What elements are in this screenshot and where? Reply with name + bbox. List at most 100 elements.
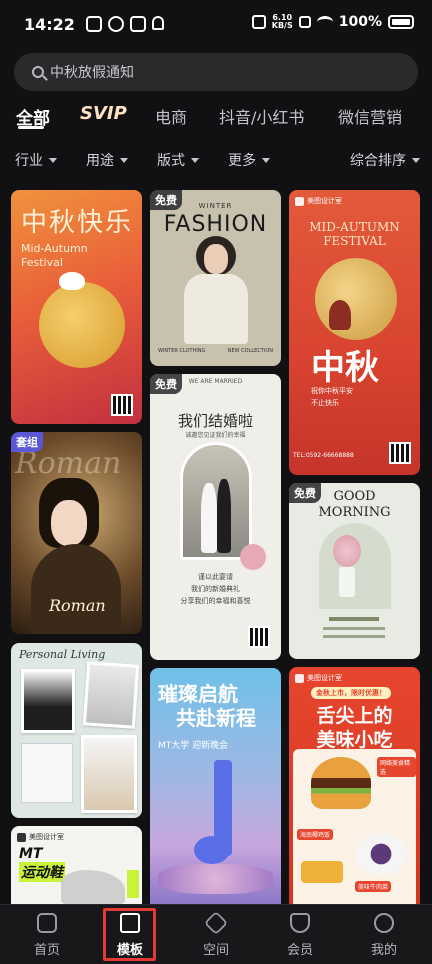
card-foot-left: WINTER CLOTHING (158, 348, 206, 354)
template-card-mid-autumn[interactable]: 中秋快乐 Mid-Autumn Festival (11, 190, 142, 424)
app-notification-icon (86, 16, 102, 32)
portrait-face (51, 500, 87, 546)
bride-figure (201, 483, 217, 553)
lime-label (127, 870, 139, 898)
photo-arch (180, 442, 252, 560)
note-card (21, 743, 73, 803)
status-right: 6.10 KB/S 100% (251, 14, 414, 30)
brand-logo-icon (295, 673, 304, 683)
script-word: Roman (49, 596, 106, 615)
template-card-snack[interactable]: 美图设计室 金秋上市，限时优惠！ 舌尖上的 美味小吃 网络美食精选 海南椰鸡饭 … (289, 667, 420, 904)
wifi-icon (316, 16, 333, 28)
caret-down-icon (49, 157, 57, 163)
nav-membership[interactable]: 会员 (265, 905, 335, 964)
qr-code (389, 442, 411, 464)
nav-profile[interactable]: 我的 (349, 905, 419, 964)
flower-illustration (333, 535, 361, 567)
cube-icon (203, 910, 229, 936)
search-input[interactable]: 中秋放假通知 (50, 62, 134, 82)
brand-label: 美图设计室 (295, 196, 342, 206)
flowers-illustration (158, 864, 273, 894)
photo-frame (81, 735, 137, 813)
search-bar[interactable]: 中秋放假通知 (14, 53, 418, 91)
card-title: 美味小吃 (316, 729, 393, 751)
bottom-navigation: 首页 模板 空间 会员 我的 (0, 904, 432, 964)
card-phone: TEL:0592-66668888 (293, 452, 354, 459)
vibrate-icon (251, 15, 266, 29)
card-title: 中秋快乐 (21, 208, 134, 238)
filter-layout[interactable]: 版式 (157, 150, 199, 170)
nav-home[interactable]: 首页 (12, 905, 82, 964)
portrait-coat (184, 274, 248, 344)
brand-label: 美图设计室 (17, 832, 64, 842)
template-card-mid-autumn-red[interactable]: 美图设计室 MID-AUTUMN FESTIVAL 中秋 祝你中秋平安 不止快乐… (289, 190, 420, 475)
rabbit-silhouette (329, 300, 351, 330)
moon-illustration (39, 282, 125, 368)
brand-label: 美图设计室 (295, 673, 342, 683)
text-line (329, 617, 379, 621)
moon-illustration (315, 258, 397, 340)
food-tag: 美味牛肉菜 (355, 881, 392, 892)
tab-ecommerce[interactable]: 电商 (155, 104, 187, 128)
filter-more[interactable]: 更多 (228, 150, 270, 170)
template-card-fashion[interactable]: WINTER FASHION WINTER CLOTHING NEW COLLE… (150, 190, 281, 366)
fries-illustration (301, 861, 343, 883)
big-character: 中秋 (311, 348, 379, 388)
tab-douyin-xiaohongshu[interactable]: 抖音/小红书 (219, 104, 304, 128)
card-title: 舌尖上的 (316, 705, 393, 727)
diamond-icon (290, 913, 310, 933)
smile-icon (374, 913, 394, 933)
caret-down-icon (120, 157, 128, 163)
template-card-wedding[interactable]: WE ARE MARRIED 我们结婚啦 诚邀您见证我们的幸福 谨以此宴请 我们… (150, 374, 281, 660)
template-card-mt-sneaker[interactable]: 美图设计室 MT 运动鞋 (11, 826, 142, 904)
food-tag: 网络美食精选 (377, 757, 416, 777)
qr-code (248, 626, 270, 648)
card-subtitle: MT大学 迎新晚会 (158, 741, 229, 751)
category-tabs: 全部 SVIP 电商 抖音/小红书 微信营销 (0, 103, 432, 134)
portrait-shoulders (31, 544, 121, 634)
sneaker-illustration (61, 870, 125, 904)
card-line: 祝你中秋平安 (311, 387, 353, 395)
photo-arch (319, 523, 391, 609)
template-card-roman[interactable]: Roman Roman 套组 (11, 432, 142, 634)
promo-pill: 金秋上市，限时优惠！ (311, 687, 391, 699)
food-tag: 海南椰鸡饭 (297, 829, 334, 840)
card-foot-right: NEW COLLECTION (227, 348, 273, 354)
photo-frame (21, 669, 75, 733)
filter-industry[interactable]: 行业 (15, 150, 57, 170)
groom-figure (217, 479, 231, 553)
caret-down-icon (412, 157, 420, 163)
app-notification-icon (108, 16, 124, 32)
card-title: 我们结婚啦 (177, 412, 253, 430)
tiktok-icon (152, 16, 164, 30)
template-card-personal-living[interactable]: Personal Living (11, 643, 142, 818)
card-subtitle: Mid-Autumn (21, 242, 88, 255)
home-icon (37, 913, 57, 933)
status-bar: 14:22 6.10 KB/S 100% (0, 0, 432, 50)
template-card-gala[interactable]: 璀璨启航 共赴新程 MT大学 迎新晚会 (150, 668, 281, 904)
caret-down-icon (191, 157, 199, 163)
card-title: 运动鞋 (19, 862, 65, 882)
tab-svip[interactable]: SVIP (80, 103, 127, 124)
template-card-good-morning[interactable]: GOOD MORNING 免费 (289, 483, 420, 659)
battery-icon (388, 15, 414, 29)
text-line (323, 627, 385, 630)
food-panel: 网络美食精选 海南椰鸡饭 美味牛肉菜 (293, 749, 416, 904)
nav-space[interactable]: 空间 (181, 905, 251, 964)
badge-free: 免费 (289, 483, 321, 503)
brand-logo-icon (17, 832, 26, 842)
badge-free: 免费 (150, 190, 182, 210)
vase-illustration (339, 567, 355, 597)
notification-icons (86, 16, 164, 32)
caret-down-icon (262, 157, 270, 163)
card-title: MT (19, 846, 43, 862)
music-note-head (194, 836, 230, 864)
card-line: 我们的新婚典礼 (191, 585, 240, 593)
tab-wechat-marketing[interactable]: 微信营销 (338, 104, 402, 128)
card-subtitle: Festival (21, 256, 63, 269)
card-line: 不止快乐 (311, 399, 339, 407)
card-title: Personal Living (19, 648, 106, 661)
sort-comprehensive[interactable]: 综合排序 (350, 150, 420, 170)
selection-highlight-box (103, 908, 156, 961)
filter-usage[interactable]: 用途 (86, 150, 128, 170)
